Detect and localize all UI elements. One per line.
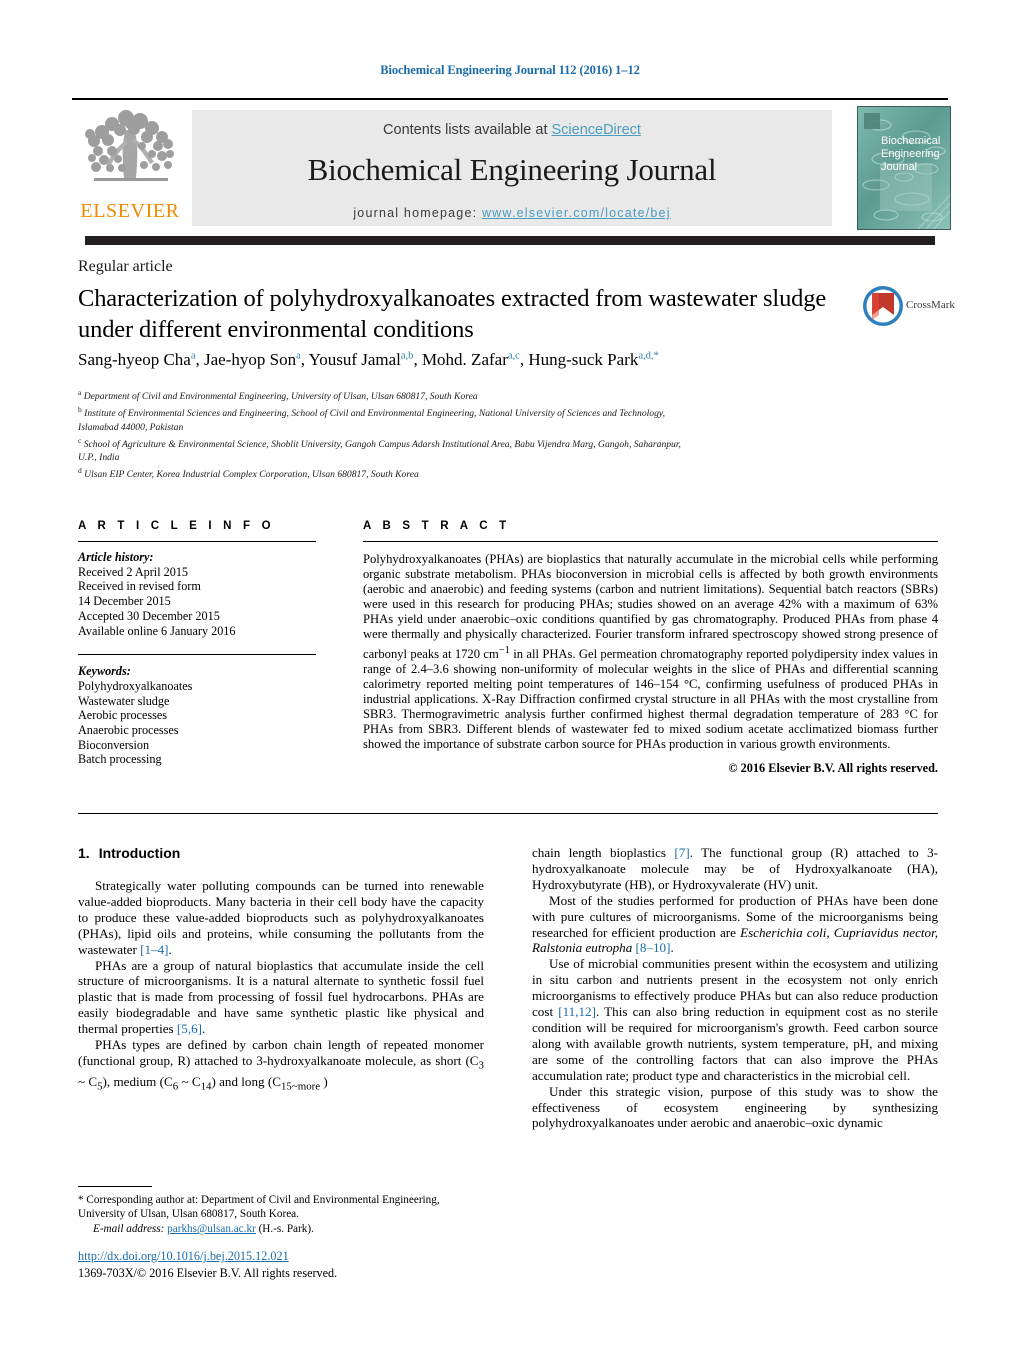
paragraph: Under this strategic vision, purpose of … (532, 1083, 938, 1131)
author-list: Sang-hyeop Chaa, Jae-hyop Sona, Yousuf J… (78, 350, 659, 369)
contents-prefix: Contents lists available at (383, 122, 552, 138)
keyword-item: Aerobic processes (78, 708, 168, 723)
keyword-item: Wastewater sludge (78, 693, 170, 708)
elsevier-wordmark: ELSEVIER (80, 200, 180, 222)
affiliation-list: a Department of Civil and Environmental … (78, 388, 681, 481)
article-page: Biochemical Engineering Journal 112 (201… (0, 0, 1020, 1351)
paragraph: PHAs types are defined by carbon chain l… (78, 1037, 484, 1094)
abstract-text: Polyhydroxyalkanoates (PHAs) are bioplas… (363, 552, 938, 752)
contents-list-line: Contents lists available at ScienceDirec… (192, 122, 832, 138)
keywords-rule (78, 654, 316, 656)
history-line: Received 2 April 2015 (78, 564, 189, 579)
article-type-label: Regular article (78, 258, 173, 275)
paragraph: Use of microbial communities present wit… (532, 956, 938, 1083)
abstract-column: A B S T R A C T Polyhydroxyalkanoates (P… (363, 520, 938, 776)
article-info-rule (78, 541, 316, 542)
body-column-right: chain length bioplastics [7]. The functi… (532, 845, 938, 1131)
corresponding-email-line: E-mail address: parkhs@ulsan.ac.kr (H.-s… (78, 1223, 484, 1235)
journal-masthead: ELSEVIER Contents lists available at Sci… (72, 98, 951, 231)
body-column-left: 1. Introduction Strategically water pollu… (78, 845, 484, 1096)
abstract-heading: A B S T R A C T (363, 520, 511, 532)
history-line: Received in revised form (78, 579, 201, 594)
crossmark-label: CrossMark (906, 299, 955, 311)
running-head: Biochemical Engineering Journal 112 (201… (380, 63, 640, 77)
section-heading-introduction: 1. Introduction (78, 845, 484, 861)
corresponding-author-footnote: * Corresponding author at: Department of… (78, 1186, 484, 1235)
article-info-heading: A R T I C L E I N F O (78, 520, 275, 532)
keyword-item: Anaerobic processes (78, 723, 179, 738)
keyword-item: Batch processing (78, 752, 162, 767)
paragraph: PHAs are a group of natural bioplastics … (78, 957, 484, 1037)
masthead-panel: Contents lists available at ScienceDirec… (192, 110, 832, 226)
article-history-label: Article history: (78, 550, 154, 564)
keywords-block: Keywords: Polyhydroxyalkanoates Wastewat… (78, 664, 316, 767)
history-line: Available online 6 January 2016 (78, 623, 236, 638)
abstract-rule (363, 541, 938, 542)
issn-copyright: 1369-703X/© 2016 Elsevier B.V. All right… (78, 1266, 338, 1280)
email-link[interactable]: parkhs@ulsan.ac.kr (167, 1223, 256, 1235)
masthead-bottom-bar (85, 236, 935, 245)
doi-link[interactable]: http://dx.doi.org/10.1016/j.bej.2015.12.… (78, 1249, 289, 1263)
svg-text:Journal: Journal (881, 161, 917, 173)
doi-block: http://dx.doi.org/10.1016/j.bej.2015.12.… (78, 1247, 538, 1281)
journal-homepage-line: journal homepage: www.elsevier.com/locat… (192, 206, 832, 220)
sciencedirect-link[interactable]: ScienceDirect (552, 122, 641, 138)
svg-text:Biochemical: Biochemical (881, 135, 940, 147)
homepage-prefix: journal homepage: (353, 206, 482, 220)
paragraph: Strategically water polluting compounds … (78, 878, 484, 957)
crossmark-badge[interactable]: CrossMark (862, 285, 962, 329)
paragraph: chain length bioplastics [7]. The functi… (532, 845, 938, 892)
article-history: Article history: Received 2 April 2015 R… (78, 550, 316, 638)
email-suffix: (H.-s. Park). (258, 1223, 314, 1236)
section-number: 1. (78, 845, 90, 861)
section-title: Introduction (98, 845, 181, 861)
elsevier-tree-icon (82, 110, 178, 198)
footnote-rule (78, 1186, 152, 1187)
journal-title: Biochemical Engineering Journal (307, 152, 717, 187)
masthead-top-rule (72, 98, 948, 100)
elsevier-logo: ELSEVIER (74, 108, 186, 226)
crossmark-icon (863, 286, 903, 326)
abstract-bottom-rule (78, 813, 938, 814)
history-line: 14 December 2015 (78, 594, 171, 609)
paragraph: Most of the studies performed for produc… (532, 892, 938, 956)
article-info-column: A R T I C L E I N F O Article history: R… (78, 520, 316, 767)
page-title: Characterization of polyhydroxyalkanoate… (78, 285, 827, 343)
email-label: E-mail address: (93, 1223, 165, 1236)
journal-cover-thumbnail: Biochemical Engineering Journal (857, 106, 951, 230)
svg-text:Engineering: Engineering (881, 148, 940, 160)
keyword-item: Bioconversion (78, 737, 150, 752)
keyword-item: Polyhydroxyalkanoates (78, 678, 193, 693)
history-line: Accepted 30 December 2015 (78, 608, 220, 623)
corresponding-author-text: * Corresponding author at: Department of… (78, 1194, 440, 1220)
journal-homepage-link[interactable]: www.elsevier.com/locate/bej (482, 206, 671, 220)
keywords-label: Keywords: (78, 664, 131, 679)
abstract-copyright: © 2016 Elsevier B.V. All rights reserved… (728, 761, 938, 776)
